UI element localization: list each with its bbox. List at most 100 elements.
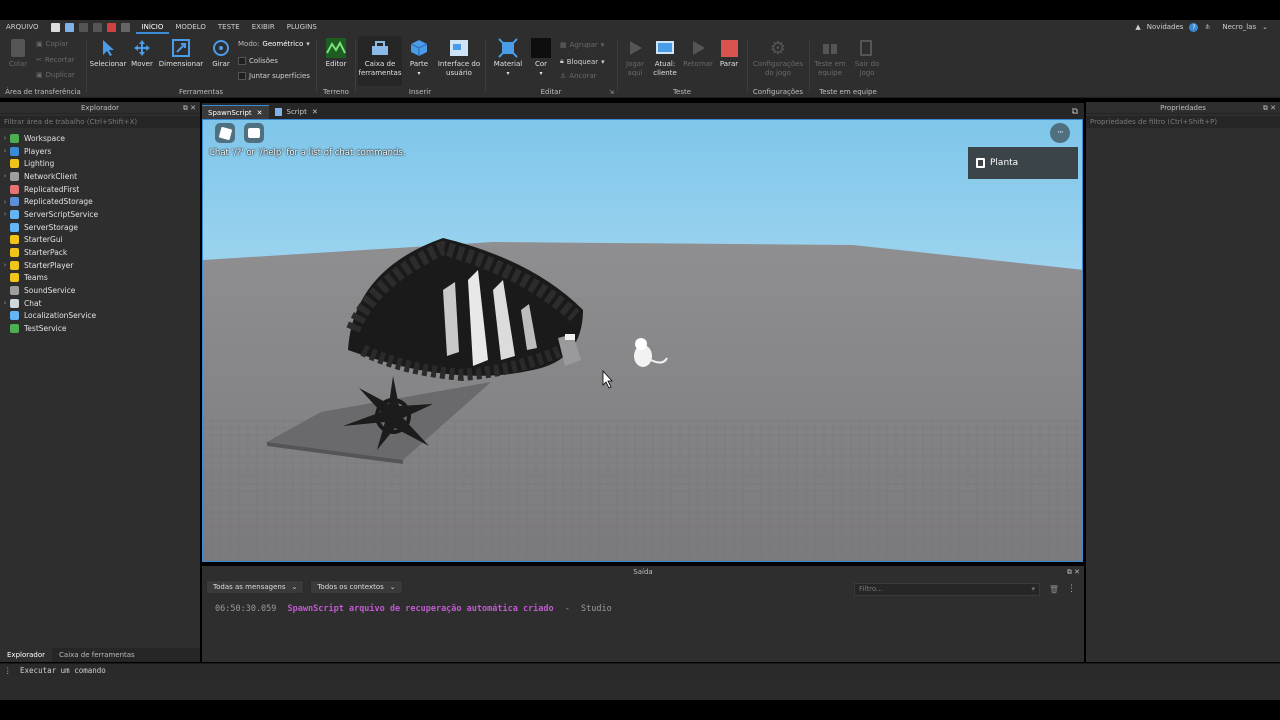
- explorer-item-teams[interactable]: Teams: [0, 272, 200, 285]
- stop-icon[interactable]: [106, 22, 116, 32]
- panel-controls[interactable]: ⧉ ✕: [183, 102, 196, 114]
- panel-controls[interactable]: ⧉ ✕: [1067, 566, 1080, 578]
- tab-inicio[interactable]: INÍCIO: [135, 20, 170, 34]
- chevron-right-icon[interactable]: ›: [0, 198, 10, 206]
- current-client-button[interactable]: Atual: cliente: [650, 38, 680, 78]
- redo-icon[interactable]: [78, 22, 88, 32]
- toolbox-button[interactable]: Caixa de ferramentas: [358, 36, 402, 86]
- join-surfaces-checkbox[interactable]: Juntar superfícies: [238, 72, 310, 80]
- output-filter-input[interactable]: Filtro... ▾: [854, 583, 1040, 596]
- move-button[interactable]: Mover: [129, 38, 155, 69]
- group-button[interactable]: ▦ Agrupar ▾: [560, 41, 604, 49]
- color-swatch-icon: [531, 38, 551, 58]
- file-menu[interactable]: ARQUIVO: [0, 20, 45, 34]
- explorer-item-serverscriptservice[interactable]: › ServerScriptService: [0, 208, 200, 221]
- explorer-item-replicatedfirst[interactable]: ReplicatedFirst: [0, 183, 200, 196]
- tab-exibir[interactable]: EXIBIR: [246, 20, 281, 34]
- explorer-item-replicatedstorage[interactable]: › ReplicatedStorage: [0, 195, 200, 208]
- paste-button[interactable]: Colar: [6, 38, 30, 69]
- new-file-icon[interactable]: [50, 22, 60, 32]
- edit-group-label: Editar: [540, 88, 562, 96]
- copy-button[interactable]: ▣ Copiar: [36, 40, 68, 48]
- share-icon[interactable]: ⋔: [1204, 23, 1210, 31]
- explorer-item-networkclient[interactable]: › NetworkClient: [0, 170, 200, 183]
- ui-button[interactable]: Interface do usuário: [436, 38, 482, 78]
- chevron-right-icon[interactable]: ›: [0, 299, 10, 307]
- game-settings-button[interactable]: ⚙ Configurações do jogo: [750, 38, 806, 78]
- explorer-item-starterpack[interactable]: StarterPack: [0, 246, 200, 259]
- news-link[interactable]: Novidades: [1147, 23, 1184, 31]
- game-viewport[interactable]: ··· Chat '/?' or '/help' for a list of c…: [202, 119, 1083, 562]
- explorer-item-lighting[interactable]: Lighting: [0, 157, 200, 170]
- maximize-icon[interactable]: ⧉: [1066, 107, 1084, 119]
- mode-selector[interactable]: Modo: Geométrico ▾: [238, 40, 310, 48]
- chevron-right-icon[interactable]: ›: [0, 210, 10, 218]
- chevron-right-icon[interactable]: ›: [0, 147, 10, 155]
- tab-toolbox[interactable]: Caixa de ferramentas: [52, 648, 142, 662]
- tab-script[interactable]: Script ✕: [269, 105, 324, 119]
- explorer-item-starterplayer[interactable]: › StarterPlayer: [0, 259, 200, 272]
- explorer-item-testservice[interactable]: TestService: [0, 322, 200, 335]
- chevron-right-icon[interactable]: ›: [0, 134, 10, 142]
- scale-button[interactable]: Dimensionar: [157, 38, 205, 69]
- rotate-button[interactable]: Girar: [207, 38, 235, 69]
- chat-button[interactable]: [244, 123, 264, 143]
- planta-button[interactable]: Planta: [968, 147, 1078, 179]
- select-button[interactable]: Selecionar: [89, 38, 127, 69]
- trash-icon[interactable]: 🗑︎: [1049, 585, 1059, 594]
- close-icon[interactable]: ✕: [257, 106, 263, 120]
- open-file-icon[interactable]: [64, 22, 74, 32]
- tab-plugins[interactable]: PLUGINS: [281, 20, 323, 34]
- explorer-item-players[interactable]: › Players: [0, 145, 200, 158]
- play-here-button[interactable]: Jogar aqui: [620, 38, 650, 78]
- tab-spawnscript[interactable]: SpawnScript ✕: [202, 105, 269, 119]
- tab-teste[interactable]: TESTE: [212, 20, 246, 34]
- explorer-filter-input[interactable]: Filtrar área de trabalho (Ctrl+Shift+X): [0, 116, 200, 128]
- more-options-button[interactable]: ···: [1050, 123, 1070, 143]
- play-icon[interactable]: [92, 22, 102, 32]
- username[interactable]: Necro_las: [1222, 23, 1256, 31]
- explorer-item-serverstorage[interactable]: ServerStorage: [0, 221, 200, 234]
- more-vertical-icon[interactable]: ⋮: [1067, 584, 1076, 594]
- properties-filter-input[interactable]: Propriedades de filtro (Ctrl+Shift+P): [1086, 116, 1280, 128]
- chevron-up-icon[interactable]: ▲: [1135, 23, 1140, 31]
- explorer-item-chat[interactable]: › Chat: [0, 297, 200, 310]
- tab-modelo[interactable]: MODELO: [169, 20, 212, 34]
- tab-script-label: Script: [286, 108, 307, 116]
- collisions-checkbox[interactable]: Colisões: [238, 57, 278, 65]
- explorer-item-startergui[interactable]: StarterGui: [0, 234, 200, 247]
- service-icon: [10, 324, 19, 334]
- part-button[interactable]: Parte ▾: [406, 38, 432, 78]
- chevron-down-icon[interactable]: ⌄: [1262, 23, 1268, 31]
- chevron-right-icon[interactable]: ›: [0, 172, 10, 180]
- contexts-filter-dropdown[interactable]: Todos os contextos ⌄: [310, 580, 403, 594]
- team-test-button[interactable]: Teste em equipe: [812, 38, 848, 78]
- terrain-editor-button[interactable]: Editor: [321, 38, 351, 69]
- color-button[interactable]: Cor ▾: [530, 38, 552, 78]
- explorer-item-soundservice[interactable]: SoundService: [0, 284, 200, 297]
- ui-icon: [449, 38, 469, 58]
- terrain-group: Editor Terreno: [317, 34, 355, 98]
- command-bar[interactable]: ⋮ Executar um comando: [0, 663, 1280, 677]
- command-input[interactable]: Executar um comando: [20, 666, 106, 675]
- tab-explorer[interactable]: Explorador: [0, 648, 53, 662]
- expand-icon[interactable]: ⇲: [609, 89, 614, 96]
- roblox-menu-button[interactable]: [215, 123, 235, 143]
- resume-button[interactable]: Retomar: [682, 38, 714, 69]
- close-icon[interactable]: ✕: [312, 105, 318, 119]
- panel-controls[interactable]: ⧉ ✕: [1263, 102, 1276, 114]
- cut-button[interactable]: ✂ Recortar: [36, 56, 75, 64]
- explorer-item-localizationservice[interactable]: LocalizationService: [0, 310, 200, 323]
- material-button[interactable]: Material ▾: [488, 38, 528, 78]
- messages-filter-dropdown[interactable]: Todas as mensagens ⌄: [206, 580, 305, 594]
- stop-button[interactable]: Parar: [716, 38, 742, 69]
- anchor-button[interactable]: ⚓︎ Ancorar: [560, 72, 597, 80]
- duplicate-button[interactable]: ▣ Duplicar: [36, 71, 75, 79]
- exit-game-button[interactable]: Sair do jogo: [850, 38, 884, 78]
- undo-icon[interactable]: [120, 22, 130, 32]
- mode-value[interactable]: Geométrico: [262, 40, 303, 48]
- chevron-right-icon[interactable]: ›: [0, 261, 10, 269]
- help-icon[interactable]: ?: [1189, 22, 1199, 32]
- explorer-item-workspace[interactable]: › Workspace: [0, 132, 200, 145]
- lock-button[interactable]: 🔒︎ Bloquear ▾: [560, 57, 605, 66]
